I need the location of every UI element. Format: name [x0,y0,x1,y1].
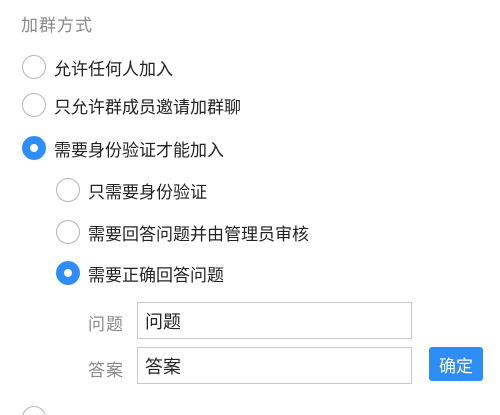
radio-unchecked-icon[interactable] [56,178,80,202]
option-members-invite-only[interactable]: 只允许群成员邀请加群聊 [22,90,241,120]
option-label: 需要回答问题并由管理员审核 [88,224,309,245]
radio-unchecked-icon[interactable] [56,220,80,244]
suboption-verification-only[interactable]: 只需要身份验证 [56,175,207,205]
suboption-answer-and-admin-review[interactable]: 需要回答问题并由管理员审核 [56,217,309,247]
question-input[interactable]: 问题 [137,302,412,339]
option-label: 需要身份验证才能加入 [54,140,224,161]
radio-checked-icon[interactable] [22,136,46,160]
answer-label: 答案 [88,361,124,381]
answer-input[interactable]: 答案 [137,347,412,384]
confirm-button[interactable]: 确定 [429,347,483,381]
option-label: 只需要身份验证 [88,182,207,203]
radio-unchecked-icon[interactable] [22,406,46,415]
option-allow-anyone[interactable]: 允许任何人加入 [22,52,173,82]
option-label: 只允许群成员邀请加群聊 [54,97,241,118]
radio-checked-icon[interactable] [56,261,80,285]
question-label: 问题 [88,315,124,335]
radio-unchecked-icon[interactable] [22,93,46,117]
section-title: 加群方式 [21,16,93,36]
radio-unchecked-icon[interactable] [22,55,46,79]
option-label: 需要正确回答问题 [88,265,224,286]
option-require-verification[interactable]: 需要身份验证才能加入 [22,133,224,163]
group-join-settings-panel: 加群方式 允许任何人加入 只允许群成员邀请加群聊 需要身份验证才能加入 只需要身… [0,0,500,415]
suboption-answer-correctly[interactable]: 需要正确回答问题 [56,258,224,288]
option-label: 允许任何人加入 [54,59,173,80]
